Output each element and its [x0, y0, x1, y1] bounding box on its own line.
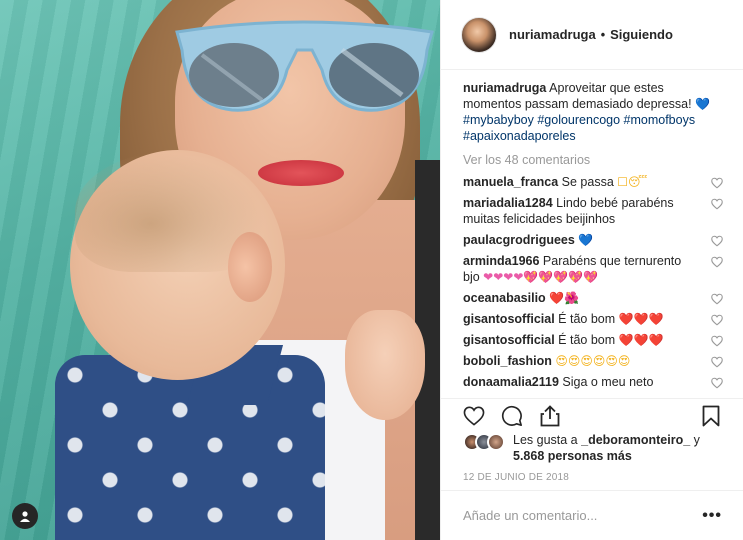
- comment-like-heart-icon[interactable]: [711, 335, 723, 347]
- comment-text: manuela_franca Se passa ☐😴: [463, 174, 711, 190]
- post-photo[interactable]: [0, 0, 440, 540]
- comment-text: boboli_fashion 😍😍😍😍😍😍: [463, 353, 711, 369]
- comment-item: mariadalia1284 Lindo bebé parabéns muita…: [463, 195, 723, 227]
- likes-summary: Les gusta a _deboramonteiro_ y 5.868 per…: [463, 432, 733, 464]
- comment-username[interactable]: gisantosofficial: [463, 312, 555, 326]
- comment-emoji: ❤❤❤❤💖💖💖💖💖: [483, 270, 599, 284]
- likes-count[interactable]: 5.868 personas más: [513, 449, 632, 463]
- comment-text: oceanabasilio ❤️🌺: [463, 290, 711, 306]
- like-button[interactable]: [461, 403, 487, 429]
- view-all-comments-link[interactable]: Ver los 48 comentarios: [463, 152, 723, 168]
- comment-username[interactable]: paulacgrodriguees: [463, 233, 575, 247]
- comment-username[interactable]: boboli_fashion: [463, 354, 552, 368]
- comment-emoji: 😍😍😍😍😍😍: [555, 354, 631, 368]
- comment-item: arminda1966 Parabéns que ternurento bjo …: [463, 253, 723, 285]
- comment-like-heart-icon[interactable]: [711, 256, 723, 268]
- comment-text: gisantosofficial É tão bom ❤️❤️❤️: [463, 332, 711, 348]
- likes-text: Les gusta a _deboramonteiro_ y 5.868 per…: [507, 432, 700, 464]
- comment-username[interactable]: gisantosofficial: [463, 333, 555, 347]
- comment-item: gisantosofficial É tão bom ❤️❤️❤️: [463, 332, 723, 348]
- photo-sunglasses: [175, 20, 434, 112]
- comment-icon: [501, 405, 522, 426]
- comment-like-heart-icon[interactable]: [711, 377, 723, 389]
- comment-like-heart-icon[interactable]: [711, 293, 723, 305]
- save-button[interactable]: [698, 403, 724, 429]
- photo-lips: [258, 160, 344, 186]
- comment-emoji: ❤️❤️❤️: [618, 312, 664, 326]
- comment-emoji: 💙: [578, 233, 594, 247]
- comment-text: mariadalia1284 Lindo bebé parabéns muita…: [463, 195, 711, 227]
- likes-conj: y: [693, 433, 700, 447]
- comment-emoji: ☐😴: [617, 175, 648, 189]
- comment-username[interactable]: arminda1966: [463, 254, 539, 268]
- comment-item: oceanabasilio ❤️🌺: [463, 290, 723, 306]
- comment-text: donaamalia2119 Siga o meu neto: [463, 374, 711, 390]
- photo-overalls: [55, 355, 325, 540]
- caption-username[interactable]: nuriamadruga: [463, 81, 546, 95]
- share-icon: [540, 404, 560, 426]
- header-username[interactable]: nuriamadruga: [509, 27, 596, 42]
- comment-item: paulacgrodriguees 💙: [463, 232, 723, 248]
- comment-emoji: ❤️❤️❤️: [618, 333, 664, 347]
- comment-item: boboli_fashion 😍😍😍😍😍😍: [463, 353, 723, 369]
- comment-emoji: ❤️🌺: [549, 291, 580, 305]
- comment-items: manuela_franca Se passa ☐😴 mariadalia1284…: [463, 174, 723, 390]
- comment-item: donaamalia2119 Siga o meu neto: [463, 374, 723, 390]
- comment-body: É tão bom: [558, 312, 616, 326]
- comment-item: gisantosofficial É tão bom ❤️❤️❤️: [463, 311, 723, 327]
- user-icon: [20, 511, 30, 522]
- comment-username[interactable]: mariadalia1284: [463, 196, 553, 210]
- share-button[interactable]: [537, 403, 563, 429]
- comment-username[interactable]: donaamalia2119: [463, 375, 559, 389]
- comment-body: Siga o meu neto: [562, 375, 654, 389]
- comment-item: manuela_franca Se passa ☐😴: [463, 174, 723, 190]
- liker-avatar: [487, 433, 505, 451]
- comment-body: Se passa: [561, 175, 614, 189]
- follow-button[interactable]: Siguiendo: [610, 27, 673, 42]
- post-date[interactable]: 12 DE JUNIO DE 2018: [463, 472, 569, 483]
- likes-prefix: Les gusta a: [513, 433, 578, 447]
- comment-like-heart-icon[interactable]: [711, 235, 723, 247]
- post-caption: nuriamadruga Aproveitar que estes moment…: [463, 80, 723, 144]
- heart-icon: [463, 406, 485, 426]
- avatar[interactable]: [461, 16, 497, 53]
- liker-username[interactable]: _deboramonteiro_: [581, 433, 690, 447]
- photo-baby-ear: [228, 232, 272, 302]
- photo-baby-hand: [345, 310, 425, 420]
- action-bar: [441, 398, 743, 432]
- comment-like-heart-icon[interactable]: [711, 177, 723, 189]
- comments-list: nuriamadruga Aproveitar que estes moment…: [441, 70, 743, 398]
- add-comment-bar: Añade un comentario... •••: [441, 490, 743, 540]
- comment-username[interactable]: oceanabasilio: [463, 291, 546, 305]
- comment-like-heart-icon[interactable]: [711, 356, 723, 368]
- more-options-button[interactable]: •••: [702, 507, 722, 525]
- tagged-users-button[interactable]: [12, 503, 38, 529]
- caption-emoji: 💙: [695, 97, 711, 111]
- comment-body: É tão bom: [558, 333, 616, 347]
- comment-text: paulacgrodriguees 💙: [463, 232, 711, 248]
- bookmark-icon: [702, 405, 720, 426]
- comment-like-heart-icon[interactable]: [711, 314, 723, 326]
- caption-hashtags[interactable]: #mybabyboy #golourencogo #momofboys #apa…: [463, 113, 695, 143]
- liker-avatars[interactable]: [463, 433, 505, 451]
- comment-username[interactable]: manuela_franca: [463, 175, 558, 189]
- separator-dot: •: [600, 27, 606, 42]
- comment-button[interactable]: [499, 403, 525, 429]
- post-sidebar: nuriamadruga • Siguiendo nuriamadruga Ap…: [440, 0, 743, 540]
- post-header: nuriamadruga • Siguiendo: [441, 0, 743, 70]
- comment-like-heart-icon[interactable]: [711, 198, 723, 210]
- comment-input[interactable]: Añade un comentario...: [463, 508, 702, 523]
- comment-text: arminda1966 Parabéns que ternurento bjo …: [463, 253, 711, 285]
- comment-text: gisantosofficial É tão bom ❤️❤️❤️: [463, 311, 711, 327]
